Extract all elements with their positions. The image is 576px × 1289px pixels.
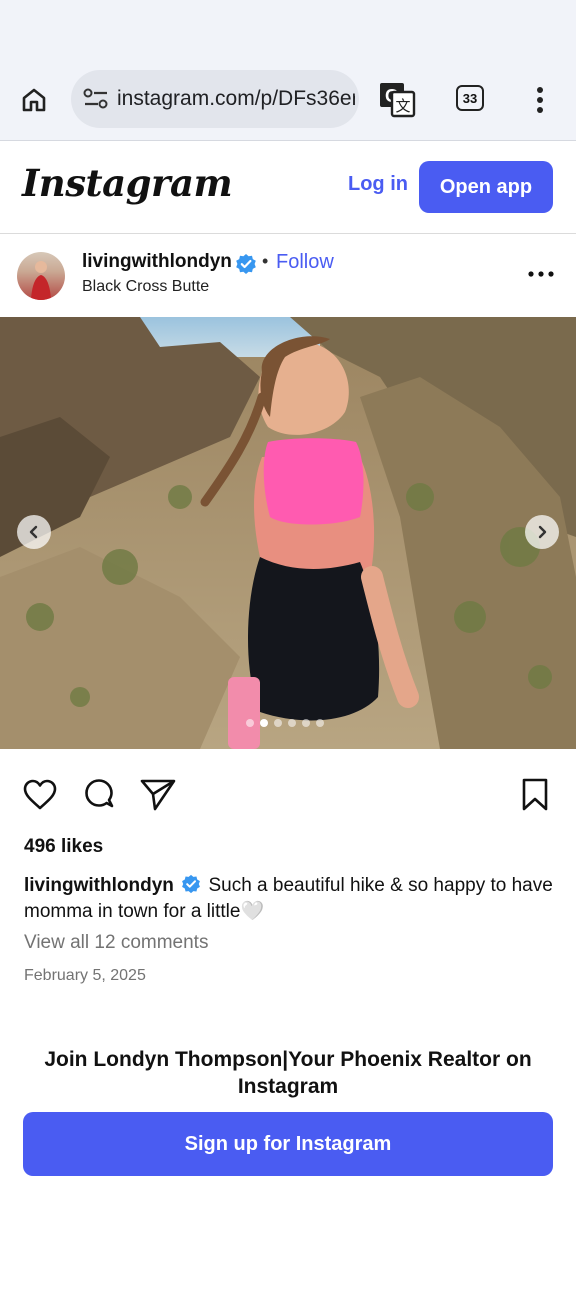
carousel-dot bbox=[274, 719, 282, 727]
post-photo bbox=[0, 317, 576, 749]
url-text[interactable]: instagram.com/p/DFs36er bbox=[117, 87, 355, 111]
carousel-dot bbox=[316, 719, 324, 727]
save-button[interactable] bbox=[516, 776, 554, 814]
tune-icon[interactable] bbox=[81, 84, 111, 114]
carousel-dot bbox=[288, 719, 296, 727]
carousel-dot bbox=[246, 719, 254, 727]
carousel-indicator bbox=[246, 719, 324, 727]
avatar[interactable] bbox=[17, 252, 65, 300]
translate-button[interactable]: G 文 bbox=[378, 80, 418, 120]
more-horizontal-icon bbox=[528, 271, 554, 277]
signup-button[interactable]: Sign up for Instagram bbox=[23, 1112, 553, 1176]
post-username[interactable]: livingwithlondyn bbox=[82, 251, 232, 273]
login-link[interactable]: Log in bbox=[348, 173, 408, 196]
post-header: livingwithlondyn • Follow Black Cross Bu… bbox=[0, 234, 576, 316]
comment-button[interactable] bbox=[80, 776, 118, 814]
signup-prompt-title: Join Londyn Thompson|Your Phoenix Realto… bbox=[44, 1048, 532, 1098]
browser-toolbar: instagram.com/p/DFs36er G 文 33 bbox=[0, 60, 576, 141]
open-app-button[interactable]: Open app bbox=[419, 161, 553, 213]
post-date: February 5, 2025 bbox=[24, 967, 146, 984]
post-caption: livingwithlondyn Such a beautiful hike &… bbox=[24, 873, 554, 925]
svg-text:文: 文 bbox=[395, 97, 410, 115]
post-location[interactable]: Black Cross Butte bbox=[82, 278, 209, 296]
heart-icon bbox=[23, 779, 57, 810]
like-button[interactable] bbox=[21, 776, 59, 814]
translate-icon: G 文 bbox=[380, 83, 416, 118]
post-image[interactable] bbox=[0, 317, 576, 749]
post-options-button[interactable] bbox=[526, 264, 556, 284]
bookmark-icon bbox=[522, 778, 548, 811]
caption-username[interactable]: livingwithlondyn bbox=[24, 875, 174, 896]
address-bar[interactable]: instagram.com/p/DFs36er bbox=[71, 70, 359, 128]
chevron-left-icon bbox=[29, 525, 38, 539]
share-button[interactable] bbox=[139, 776, 177, 814]
carousel-dot-active bbox=[260, 719, 268, 727]
browser-menu-button[interactable] bbox=[528, 84, 552, 116]
view-comments-link[interactable]: View all 12 comments bbox=[24, 932, 208, 954]
more-vertical-icon bbox=[537, 87, 543, 113]
instagram-header: Instagram Log in Open app bbox=[0, 141, 576, 234]
verified-badge-icon bbox=[236, 254, 256, 274]
separator-dot: • bbox=[262, 251, 269, 271]
instagram-logo[interactable]: Instagram bbox=[22, 161, 233, 205]
follow-button[interactable]: Follow bbox=[276, 251, 334, 274]
comment-icon bbox=[85, 779, 114, 808]
carousel-next-button[interactable] bbox=[525, 515, 559, 549]
carousel-prev-button[interactable] bbox=[17, 515, 51, 549]
carousel-dot bbox=[302, 719, 310, 727]
status-bar bbox=[0, 0, 576, 60]
chevron-right-icon bbox=[538, 525, 547, 539]
home-button[interactable] bbox=[14, 82, 54, 118]
verified-badge-icon bbox=[182, 874, 201, 894]
like-count[interactable]: 496 likes bbox=[24, 836, 103, 858]
tab-switcher-button[interactable]: 33 bbox=[456, 85, 484, 111]
post-actions bbox=[0, 770, 576, 820]
send-icon bbox=[140, 779, 176, 811]
home-icon bbox=[22, 88, 46, 112]
